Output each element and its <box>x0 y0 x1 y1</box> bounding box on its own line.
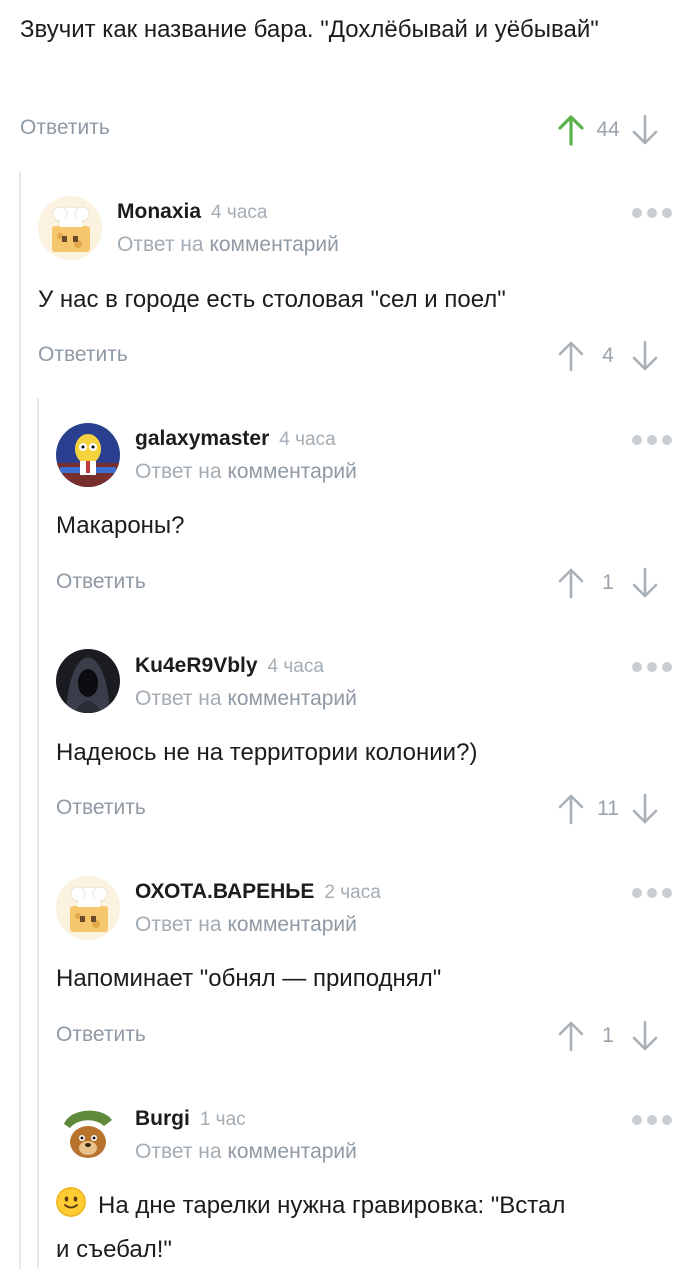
more-options-icon[interactable] <box>632 660 672 674</box>
chef-cheese-avatar[interactable] <box>56 876 120 940</box>
downvote-arrow-icon[interactable] <box>630 338 660 374</box>
reply-to-line: Ответ на комментарий <box>135 913 357 936</box>
downvote-arrow-icon[interactable] <box>630 1018 660 1054</box>
more-options-icon[interactable] <box>632 433 672 447</box>
vote-block: 4 <box>556 336 660 376</box>
rating-count: 1 <box>602 1024 614 1047</box>
upvote-arrow-icon[interactable] <box>556 338 586 374</box>
comment-time: 4 часа <box>267 656 324 677</box>
reply-to-comment-link[interactable]: комментарий <box>227 1140 356 1163</box>
comment-author[interactable]: Ku4eR9Vbly 4 часа <box>135 654 324 678</box>
comment-time: 4 часа <box>211 202 268 223</box>
reply-button[interactable]: Ответить <box>38 343 128 367</box>
comment-text: У нас в городе есть столовая "сел и поел… <box>38 286 506 313</box>
vote-block: 44 <box>556 110 660 150</box>
reply-button[interactable]: Ответить <box>56 570 146 594</box>
bear-with-hat-avatar[interactable] <box>56 1102 120 1166</box>
reply-to-line: Ответ на комментарий <box>135 687 357 710</box>
comment-text-content: На дне тарелки нужна гравировка: "Встал … <box>56 1192 566 1263</box>
reply-to-comment-link[interactable]: комментарий <box>227 460 356 483</box>
upvote-arrow-icon[interactable] <box>556 1018 586 1054</box>
reply-to-line: Ответ на комментарий <box>135 460 357 483</box>
vote-block: 1 <box>556 563 660 603</box>
more-options-icon[interactable] <box>632 1113 672 1127</box>
upvote-arrow-icon[interactable] <box>556 791 586 827</box>
reply-to-line: Ответ на комментарий <box>135 1140 357 1163</box>
thread-line-level-2 <box>37 398 39 1269</box>
reply-to-line: Ответ на комментарий <box>117 233 339 256</box>
reply-to-comment-link[interactable]: комментарий <box>227 687 356 710</box>
upvote-arrow-icon[interactable] <box>556 112 586 148</box>
comment-author[interactable]: Burgi 1 час <box>135 1107 246 1131</box>
comment-text: На дне тарелки нужна гравировка: "Встал … <box>56 1184 576 1272</box>
reply-button[interactable]: Ответить <box>20 116 110 140</box>
more-options-icon[interactable] <box>632 206 672 220</box>
upvote-arrow-icon[interactable] <box>556 565 586 601</box>
rating-count: 1 <box>602 571 614 594</box>
comment-time: 2 часа <box>324 882 381 903</box>
downvote-arrow-icon[interactable] <box>630 112 660 148</box>
vote-block: 1 <box>556 1016 660 1056</box>
slightly-smiling-face-icon <box>56 1187 86 1217</box>
downvote-arrow-icon[interactable] <box>630 791 660 827</box>
vote-block: 11 <box>556 789 660 829</box>
chef-cheese-avatar[interactable] <box>38 196 102 260</box>
comment-time: 1 час <box>199 1109 246 1130</box>
hooded-figure-avatar[interactable] <box>56 649 120 713</box>
reply-to-comment-link[interactable]: комментарий <box>227 913 356 936</box>
rating-count: 4 <box>602 344 614 367</box>
rating-count: 11 <box>597 797 619 820</box>
cartoon-character-avatar[interactable] <box>56 423 120 487</box>
comment-text: Напоминает "обнял — приподнял" <box>56 965 442 992</box>
comment-text: Макароны? <box>56 512 185 539</box>
reply-button[interactable]: Ответить <box>56 796 146 820</box>
rating-count: 44 <box>596 118 620 141</box>
downvote-arrow-icon[interactable] <box>630 565 660 601</box>
comment-author[interactable]: ОХОТА.ВАРЕНЬЕ 2 часа <box>135 880 381 904</box>
comment-author[interactable]: Monaxia 4 часа <box>117 200 267 224</box>
parent-comment-text: Звучит как название бара. "Дохлёбывай и … <box>20 16 599 43</box>
reply-button[interactable]: Ответить <box>56 1023 146 1047</box>
comment-time: 4 часа <box>279 429 336 450</box>
comment-text: Надеюсь не на территории колонии?) <box>56 739 478 766</box>
thread-line-level-1 <box>19 172 21 1269</box>
comment-author[interactable]: galaxymaster 4 часа <box>135 427 336 451</box>
more-options-icon[interactable] <box>632 886 672 900</box>
reply-to-comment-link[interactable]: комментарий <box>209 233 338 256</box>
